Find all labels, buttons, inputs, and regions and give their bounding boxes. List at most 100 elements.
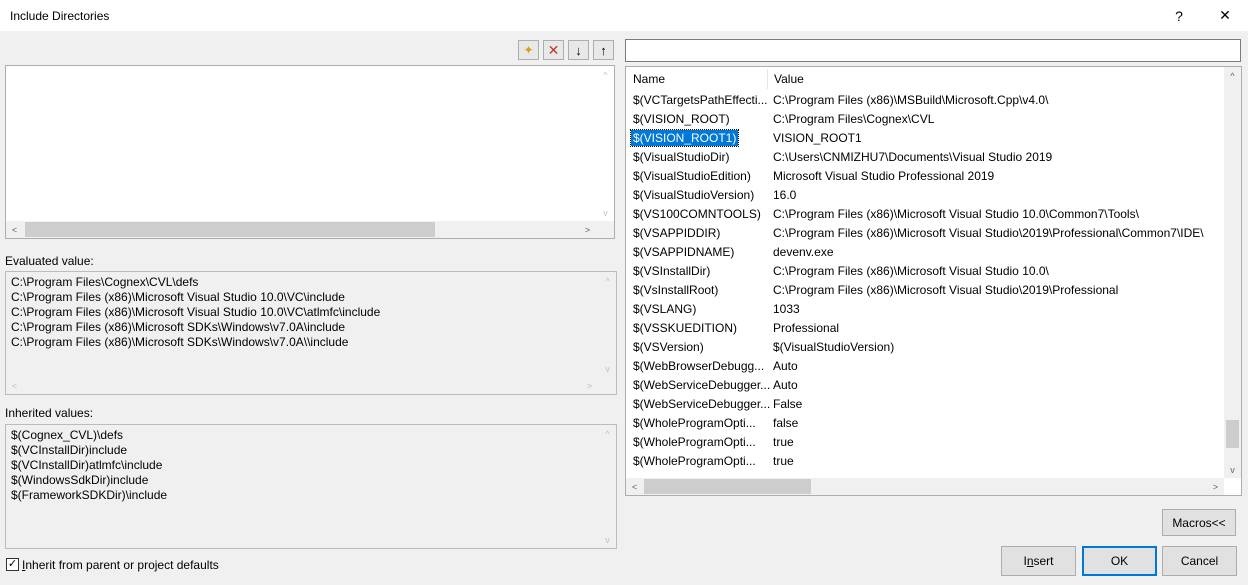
check-icon: ✓ bbox=[7, 558, 18, 570]
macro-name-cell: $(WebServiceDebugger... bbox=[633, 397, 771, 411]
table-row[interactable]: $(WholeProgramOpti... false bbox=[626, 414, 1224, 433]
table-row[interactable]: $(VisualStudioDir) C:\Users\CNMIZHU7\Docu… bbox=[626, 148, 1224, 167]
macro-name-cell: $(VisualStudioEdition) bbox=[633, 169, 751, 183]
table-row[interactable]: $(VisualStudioVersion) 16.0 bbox=[626, 186, 1224, 205]
inherit-checkbox[interactable]: ✓ bbox=[6, 558, 19, 571]
table-row[interactable]: $(VSAPPIDNAME) devenv.exe bbox=[626, 243, 1224, 262]
macro-name-cell: $(VisualStudioVersion) bbox=[633, 188, 755, 202]
table-row[interactable]: $(VS100COMNTOOLS) C:\Program Files (x86)\… bbox=[626, 205, 1224, 224]
scroll-up-icon[interactable]: ^ bbox=[599, 425, 616, 442]
insert-accel: n bbox=[1026, 554, 1034, 568]
grid-vscroll[interactable]: ^ v bbox=[1224, 67, 1241, 478]
macro-value-cell: C:\Program Files (x86)\Microsoft Visual … bbox=[773, 226, 1204, 240]
table-row[interactable]: $(VCTargetsPathEffecti... C:\Program File… bbox=[626, 91, 1224, 110]
macro-value-cell: true bbox=[773, 435, 794, 449]
evaluated-value-box[interactable]: C:\Program Files\Cognex\CVL\defs C:\Prog… bbox=[5, 271, 617, 395]
column-header-value[interactable]: Value bbox=[767, 67, 804, 89]
grid-hscroll-thumb[interactable] bbox=[644, 479, 811, 494]
table-row[interactable]: $(VISION_ROOT1) VISION_ROOT1 bbox=[626, 129, 1224, 148]
table-row[interactable]: $(WholeProgramOpti... true bbox=[626, 433, 1224, 452]
table-row[interactable]: $(WebServiceDebugger... Auto bbox=[626, 376, 1224, 395]
macro-name-cell: $(VSAPPIDNAME) bbox=[633, 245, 735, 259]
title-bar: Include Directories ? ✕ bbox=[0, 0, 1248, 31]
macro-value-cell: 1033 bbox=[773, 302, 800, 316]
new-line-icon: ✦ bbox=[523, 43, 534, 57]
table-row[interactable]: $(WholeProgramOpti... true bbox=[626, 452, 1224, 471]
move-up-button[interactable]: ↑ bbox=[593, 40, 614, 60]
macro-name-cell: $(WholeProgramOpti... bbox=[633, 416, 756, 430]
table-row[interactable]: $(VisualStudioEdition) Microsoft Visual S… bbox=[626, 167, 1224, 186]
scroll-left-icon[interactable]: < bbox=[6, 221, 23, 238]
macro-value-cell: C:\Users\CNMIZHU7\Documents\Visual Studi… bbox=[773, 150, 1053, 164]
table-row[interactable]: $(VsInstallRoot) C:\Program Files (x86)\M… bbox=[626, 281, 1224, 300]
scroll-up-icon[interactable]: ^ bbox=[1224, 67, 1241, 84]
scroll-right-icon[interactable]: > bbox=[1207, 478, 1224, 495]
table-row[interactable]: $(WebServiceDebugger... False bbox=[626, 395, 1224, 414]
macro-name-cell: $(WholeProgramOpti... bbox=[633, 454, 756, 468]
scroll-down-icon[interactable]: v bbox=[599, 531, 616, 548]
macro-value-cell: devenv.exe bbox=[773, 245, 834, 259]
insert-button[interactable]: Insert bbox=[1001, 546, 1076, 576]
close-button[interactable]: ✕ bbox=[1202, 0, 1248, 31]
move-up-icon: ↑ bbox=[600, 42, 607, 58]
macros-toggle-button[interactable]: Macros<< bbox=[1162, 509, 1236, 536]
macro-name-cell: $(VisualStudioDir) bbox=[633, 150, 730, 164]
scroll-down-icon[interactable]: v bbox=[599, 360, 616, 377]
scroll-left-icon[interactable]: < bbox=[6, 377, 23, 394]
macro-name-cell: $(WholeProgramOpti... bbox=[633, 435, 756, 449]
macro-value-cell: VISION_ROOT1 bbox=[773, 131, 862, 145]
column-header-name[interactable]: Name bbox=[626, 67, 767, 89]
inherit-label-rest: nherit from parent or project defaults bbox=[25, 558, 219, 572]
macro-value-cell: Auto bbox=[773, 359, 798, 373]
macro-filter-input[interactable] bbox=[625, 39, 1241, 62]
ok-button[interactable]: OK bbox=[1082, 546, 1157, 576]
scroll-down-icon[interactable]: v bbox=[597, 204, 614, 221]
edit-list-vscroll[interactable]: ^ v bbox=[597, 66, 614, 238]
macro-value-cell: true bbox=[773, 454, 794, 468]
macro-value-cell: false bbox=[773, 416, 799, 430]
edit-list-hscroll[interactable]: < > bbox=[6, 221, 614, 238]
macro-value-cell: Microsoft Visual Studio Professional 201… bbox=[773, 169, 995, 183]
table-row[interactable]: $(VSAPPIDDIR) C:\Program Files (x86)\Micr… bbox=[626, 224, 1224, 243]
scroll-up-icon[interactable]: ^ bbox=[599, 272, 616, 289]
cancel-button[interactable]: Cancel bbox=[1162, 546, 1237, 576]
hscroll-thumb[interactable] bbox=[25, 222, 435, 237]
macro-name-cell: $(VSAPPIDDIR) bbox=[633, 226, 721, 240]
vscroll-thumb[interactable] bbox=[1226, 420, 1239, 448]
inherited-values-box[interactable]: $(Cognex_CVL)\defs $(VCInstallDir)includ… bbox=[5, 424, 617, 549]
table-row[interactable]: $(VSInstallDir) C:\Program Files (x86)\Mi… bbox=[626, 262, 1224, 281]
macro-value-cell: C:\Program Files (x86)\Microsoft Visual … bbox=[773, 283, 1119, 297]
new-line-button[interactable]: ✦ bbox=[518, 40, 539, 60]
scroll-right-icon[interactable]: > bbox=[579, 221, 596, 238]
scroll-left-icon[interactable]: < bbox=[626, 478, 643, 495]
macro-value-cell: C:\Program Files (x86)\MSBuild\Microsoft… bbox=[773, 93, 1049, 107]
grid-hscroll[interactable]: < > bbox=[626, 478, 1224, 495]
inherit-checkbox-label[interactable]: Inherit from parent or project defaults bbox=[22, 558, 219, 572]
evaluated-vscroll[interactable]: ^ v bbox=[599, 272, 616, 394]
inherited-vscroll[interactable]: ^ v bbox=[599, 425, 616, 548]
table-row[interactable]: $(VISION_ROOT) C:\Program Files\Cognex\CV… bbox=[626, 110, 1224, 129]
move-down-button[interactable]: ↓ bbox=[568, 40, 589, 60]
scroll-right-icon[interactable]: > bbox=[581, 377, 598, 394]
macro-rows: $(VCTargetsPathEffecti... C:\Program File… bbox=[626, 91, 1224, 478]
delete-icon: ✕ bbox=[547, 41, 560, 58]
table-row[interactable]: $(WebBrowserDebugg... Auto bbox=[626, 357, 1224, 376]
macro-value-cell: $(VisualStudioVersion) bbox=[773, 340, 895, 354]
help-button[interactable]: ? bbox=[1156, 0, 1202, 31]
table-row[interactable]: $(VSSKUEDITION) Professional bbox=[626, 319, 1224, 338]
table-row[interactable]: $(VSLANG) 1033 bbox=[626, 300, 1224, 319]
macro-value-cell: C:\Program Files (x86)\Microsoft Visual … bbox=[773, 264, 1049, 278]
evaluated-hscroll[interactable]: < > bbox=[6, 377, 616, 394]
macro-name-cell: $(VISION_ROOT) bbox=[633, 112, 730, 126]
macro-name-cell: $(VCTargetsPathEffecti... bbox=[633, 93, 768, 107]
scroll-down-icon[interactable]: v bbox=[1224, 461, 1241, 478]
delete-button[interactable]: ✕ bbox=[543, 40, 564, 60]
scroll-up-icon[interactable]: ^ bbox=[597, 66, 614, 83]
table-row[interactable]: $(VSVersion) $(VisualStudioVersion) bbox=[626, 338, 1224, 357]
directory-edit-list[interactable]: ^ v < > bbox=[5, 65, 615, 239]
macro-grid[interactable]: Name Value $(VCTargetsPathEffecti... C:\P… bbox=[625, 66, 1242, 496]
insert-post: sert bbox=[1033, 554, 1054, 568]
evaluated-value-label: Evaluated value: bbox=[5, 254, 94, 268]
grid-header: Name Value bbox=[626, 67, 1224, 89]
macro-name-cell: $(VSLANG) bbox=[633, 302, 697, 316]
